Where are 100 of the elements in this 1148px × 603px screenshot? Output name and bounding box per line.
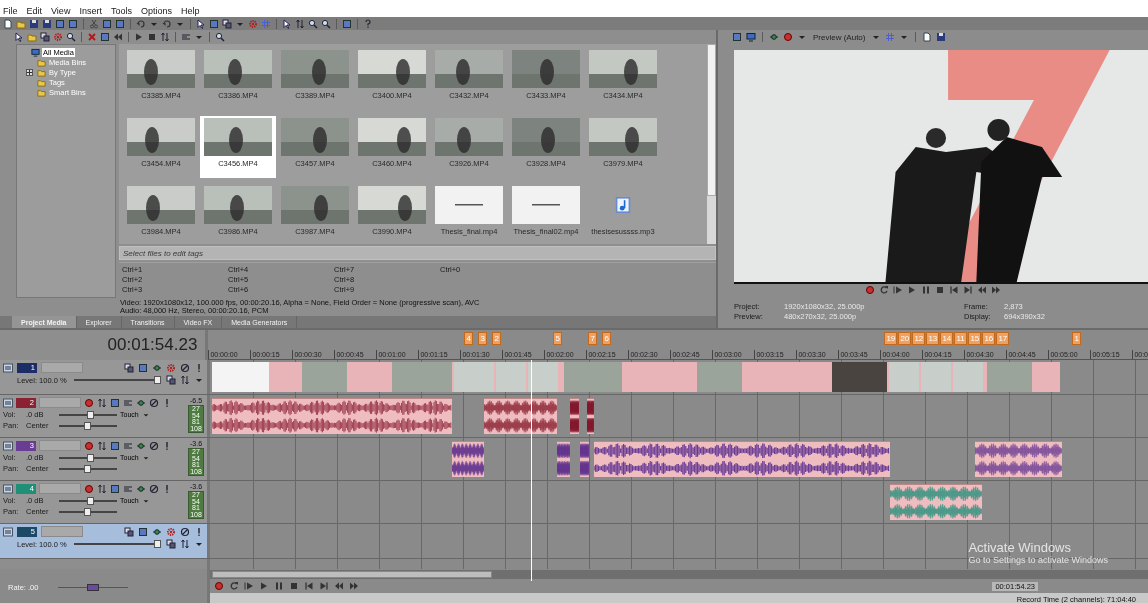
slider-thumb[interactable] [86,453,94,462]
fader-icon[interactable] [136,440,146,451]
square-icon[interactable] [138,526,148,537]
menu-item[interactable]: Tools [110,6,132,17]
cursor-icon[interactable] [282,18,292,29]
scissors-icon[interactable] [89,18,99,29]
square-icon[interactable] [138,362,148,373]
volume-slider[interactable] [59,413,117,416]
menu-item[interactable]: Options [140,6,172,17]
save-icon[interactable] [42,18,52,29]
play-icon[interactable] [259,581,269,591]
search-icon[interactable] [308,18,318,29]
square-icon[interactable] [342,18,352,29]
search-icon[interactable] [321,18,331,29]
square-icon[interactable] [110,397,120,408]
gear-icon[interactable] [166,526,176,537]
preview-quality-dropdown[interactable]: Preview (Auto) [811,32,868,42]
motion-icon[interactable] [124,362,134,373]
track-name-field[interactable] [39,483,81,494]
bars-icon[interactable] [123,397,133,408]
stop-icon[interactable] [147,32,157,42]
square-icon[interactable] [102,18,112,29]
circle-icon[interactable] [783,32,793,42]
loop-icon[interactable] [879,284,889,295]
play-icon[interactable] [907,284,917,295]
help-icon[interactable] [363,18,373,29]
stop-icon[interactable] [935,284,945,295]
square-icon[interactable] [110,440,120,451]
updown-icon[interactable] [180,539,190,549]
arm-record-icon[interactable] [84,483,94,494]
fader-icon[interactable] [769,32,779,42]
fader-icon[interactable] [136,483,146,494]
slider-thumb[interactable] [86,410,94,419]
track-collapse-icon[interactable] [3,483,13,494]
pause-icon[interactable] [921,284,931,295]
monitor-icon[interactable] [746,32,756,42]
slider-thumb[interactable] [154,540,161,548]
delete-icon[interactable] [87,32,97,42]
tags-field[interactable]: Select files to edit tags [119,246,716,260]
save-icon[interactable] [29,18,39,29]
frame-back-icon[interactable] [977,284,987,295]
audio-clip[interactable] [975,441,1062,477]
fader-icon[interactable] [152,526,162,537]
updown-icon[interactable] [97,440,107,451]
view-icon[interactable] [181,32,191,42]
play-from-start-icon[interactable] [893,284,903,295]
media-icon[interactable] [31,48,40,57]
undo-icon[interactable] [136,18,146,29]
mute-icon[interactable] [149,483,159,494]
audio-clip[interactable] [484,398,557,434]
layers-icon[interactable] [166,375,176,385]
next-icon[interactable] [963,284,973,295]
audio-clip[interactable] [594,441,890,477]
updown-icon[interactable] [180,375,190,385]
rewind-icon[interactable] [113,32,123,42]
menu-item[interactable]: File [3,6,18,17]
audio-clip[interactable] [452,441,484,477]
track-collapse-icon[interactable] [3,526,13,537]
search-icon[interactable] [66,32,76,42]
slider-thumb[interactable] [84,464,91,473]
updown-icon[interactable] [97,483,107,494]
new-file-icon[interactable] [3,18,13,29]
bars-icon[interactable] [123,483,133,494]
search-icon[interactable] [215,32,225,42]
track-collapse-icon[interactable] [3,440,13,451]
play-from-start-icon[interactable] [244,581,254,591]
mute-icon[interactable] [180,362,190,373]
frame-forward-icon[interactable] [349,581,359,591]
record-icon[interactable] [214,581,224,591]
track-name-field[interactable] [41,362,83,373]
loop-icon[interactable] [229,581,239,591]
track-name-field[interactable] [41,526,83,537]
frame-back-icon[interactable] [334,581,344,591]
menu-item[interactable]: Insert [79,6,102,17]
audio-clip[interactable] [587,398,594,434]
frame-forward-icon[interactable] [991,284,1001,295]
cursor-icon[interactable] [14,32,24,42]
copy-icon[interactable] [922,32,933,42]
play-icon[interactable] [134,32,144,42]
square-icon[interactable] [110,483,120,494]
layers-icon[interactable] [222,18,232,29]
previous-icon[interactable] [949,284,959,295]
fader-icon[interactable] [152,362,162,373]
updown-icon[interactable] [295,18,305,29]
track-collapse-icon[interactable] [3,397,13,408]
menu-item[interactable]: Edit [26,6,43,17]
mute-icon[interactable] [180,526,190,537]
pause-icon[interactable] [274,581,284,591]
volume-slider[interactable] [59,456,117,459]
cursor-icon[interactable] [196,18,206,29]
slider-thumb[interactable] [86,496,94,505]
menu-item[interactable]: View [51,6,71,17]
bars-icon[interactable] [123,440,133,451]
audio-clip[interactable] [212,398,452,434]
square-icon[interactable] [732,32,742,42]
slider-thumb[interactable] [87,583,100,591]
pan-slider[interactable] [59,467,117,470]
track-collapse-icon[interactable] [3,362,13,373]
video-clip[interactable] [212,362,1060,392]
pan-slider[interactable] [59,424,117,427]
